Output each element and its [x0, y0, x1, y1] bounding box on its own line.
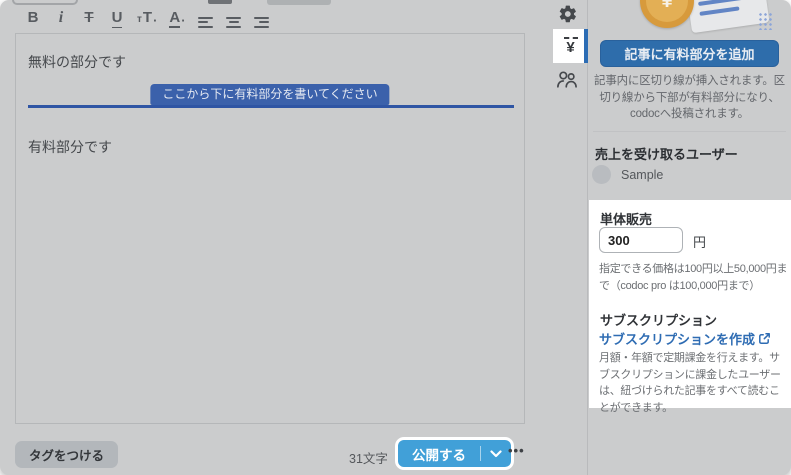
coin-illustration: ¥	[640, 0, 694, 28]
add-paid-section-description: 記事内に区切り線が挿入されます。区切り線から下部が有料部分になり、codocへ投…	[593, 73, 786, 123]
pricing-highlight-card: 単体販売 円 指定できる価格は100円以上50,000円まで（codoc pro…	[589, 200, 791, 408]
sales-user-name: Sample	[621, 168, 663, 182]
create-subscription-link[interactable]: サブスクリプションを作成	[599, 329, 771, 348]
members-tab[interactable]	[556, 70, 579, 89]
align-center-icon	[226, 17, 241, 28]
article-illustration	[684, 0, 769, 33]
sales-user-row: Sample	[592, 165, 663, 184]
bold-button[interactable]: B	[25, 6, 41, 28]
character-count: 31文字	[349, 448, 388, 467]
paywall-panel: ¥ 記事に有料部分を追加 記事内に区切り線が挿入されます。区切り線から下部が有料…	[588, 0, 791, 475]
align-left-button[interactable]	[198, 6, 214, 28]
font-size-button[interactable]: тT·	[137, 6, 157, 28]
add-tag-button[interactable]: タグをつける	[15, 441, 118, 468]
text-color-icon: A	[169, 9, 180, 28]
subscription-heading: サブスクリプション	[600, 310, 717, 329]
more-options-button[interactable]: •••	[502, 442, 531, 459]
price-help-text: 指定できる価格は100円以上50,000円まで（codoc pro は100,0…	[599, 261, 788, 294]
publish-button-highlight: 公開する	[395, 437, 514, 470]
underline-button[interactable]: U	[109, 6, 125, 28]
publish-button[interactable]: 公開する	[398, 440, 480, 467]
font-size-icon: т	[137, 12, 142, 28]
paywall-tab-active[interactable]: ¥	[553, 29, 588, 63]
text-color-button[interactable]: A·	[169, 6, 185, 28]
editor-surface[interactable]: 無料の部分です ここから下に有料部分を書いてください 有料部分です	[15, 33, 525, 424]
external-link-icon	[758, 332, 771, 345]
paywall-divider-badge: ここから下に有料部分を書いてください	[150, 84, 389, 105]
members-icon	[556, 70, 579, 89]
add-paid-section-button[interactable]: 記事に有料部分を追加	[600, 40, 779, 67]
align-center-button[interactable]	[226, 6, 242, 28]
dropdown-dot-icon: ·	[153, 14, 157, 28]
formatting-toolbar: B i T U тT· A·	[15, 0, 270, 33]
subscription-help-text: 月額・年額で定期課金を行えます。サブスクリプションに課金したユーザーは、紐づけら…	[599, 350, 788, 416]
section-divider	[593, 131, 786, 132]
align-right-icon	[254, 17, 269, 28]
single-sale-heading: 単体販売	[600, 209, 652, 228]
strikethrough-icon: T	[84, 8, 93, 28]
dropdown-dot-icon: ·	[181, 14, 185, 28]
currency-label: 円	[693, 232, 706, 251]
clipped-element-fragment	[267, 0, 331, 5]
bold-icon: B	[28, 8, 39, 28]
italic-icon: i	[59, 8, 63, 28]
avatar	[592, 165, 611, 184]
underline-icon: U	[112, 9, 123, 28]
align-right-button[interactable]	[254, 6, 270, 28]
gear-icon	[558, 4, 578, 24]
paywall-divider-line	[28, 105, 514, 108]
price-input[interactable]	[599, 227, 683, 253]
free-section-text: 無料の部分です	[28, 52, 126, 72]
settings-tab[interactable]	[558, 4, 578, 24]
chevron-down-icon	[490, 450, 502, 458]
strikethrough-button[interactable]: T	[81, 6, 97, 28]
sales-user-heading: 売上を受け取るユーザー	[595, 144, 738, 163]
align-left-icon	[198, 17, 213, 28]
paid-section-text: 有料部分です	[28, 137, 112, 157]
editor-window: B i T U тT· A· 無料の部分です ここから下に有料部分を書いてくださ…	[0, 0, 791, 475]
italic-button[interactable]: i	[53, 6, 69, 28]
dots-decoration	[758, 12, 774, 30]
